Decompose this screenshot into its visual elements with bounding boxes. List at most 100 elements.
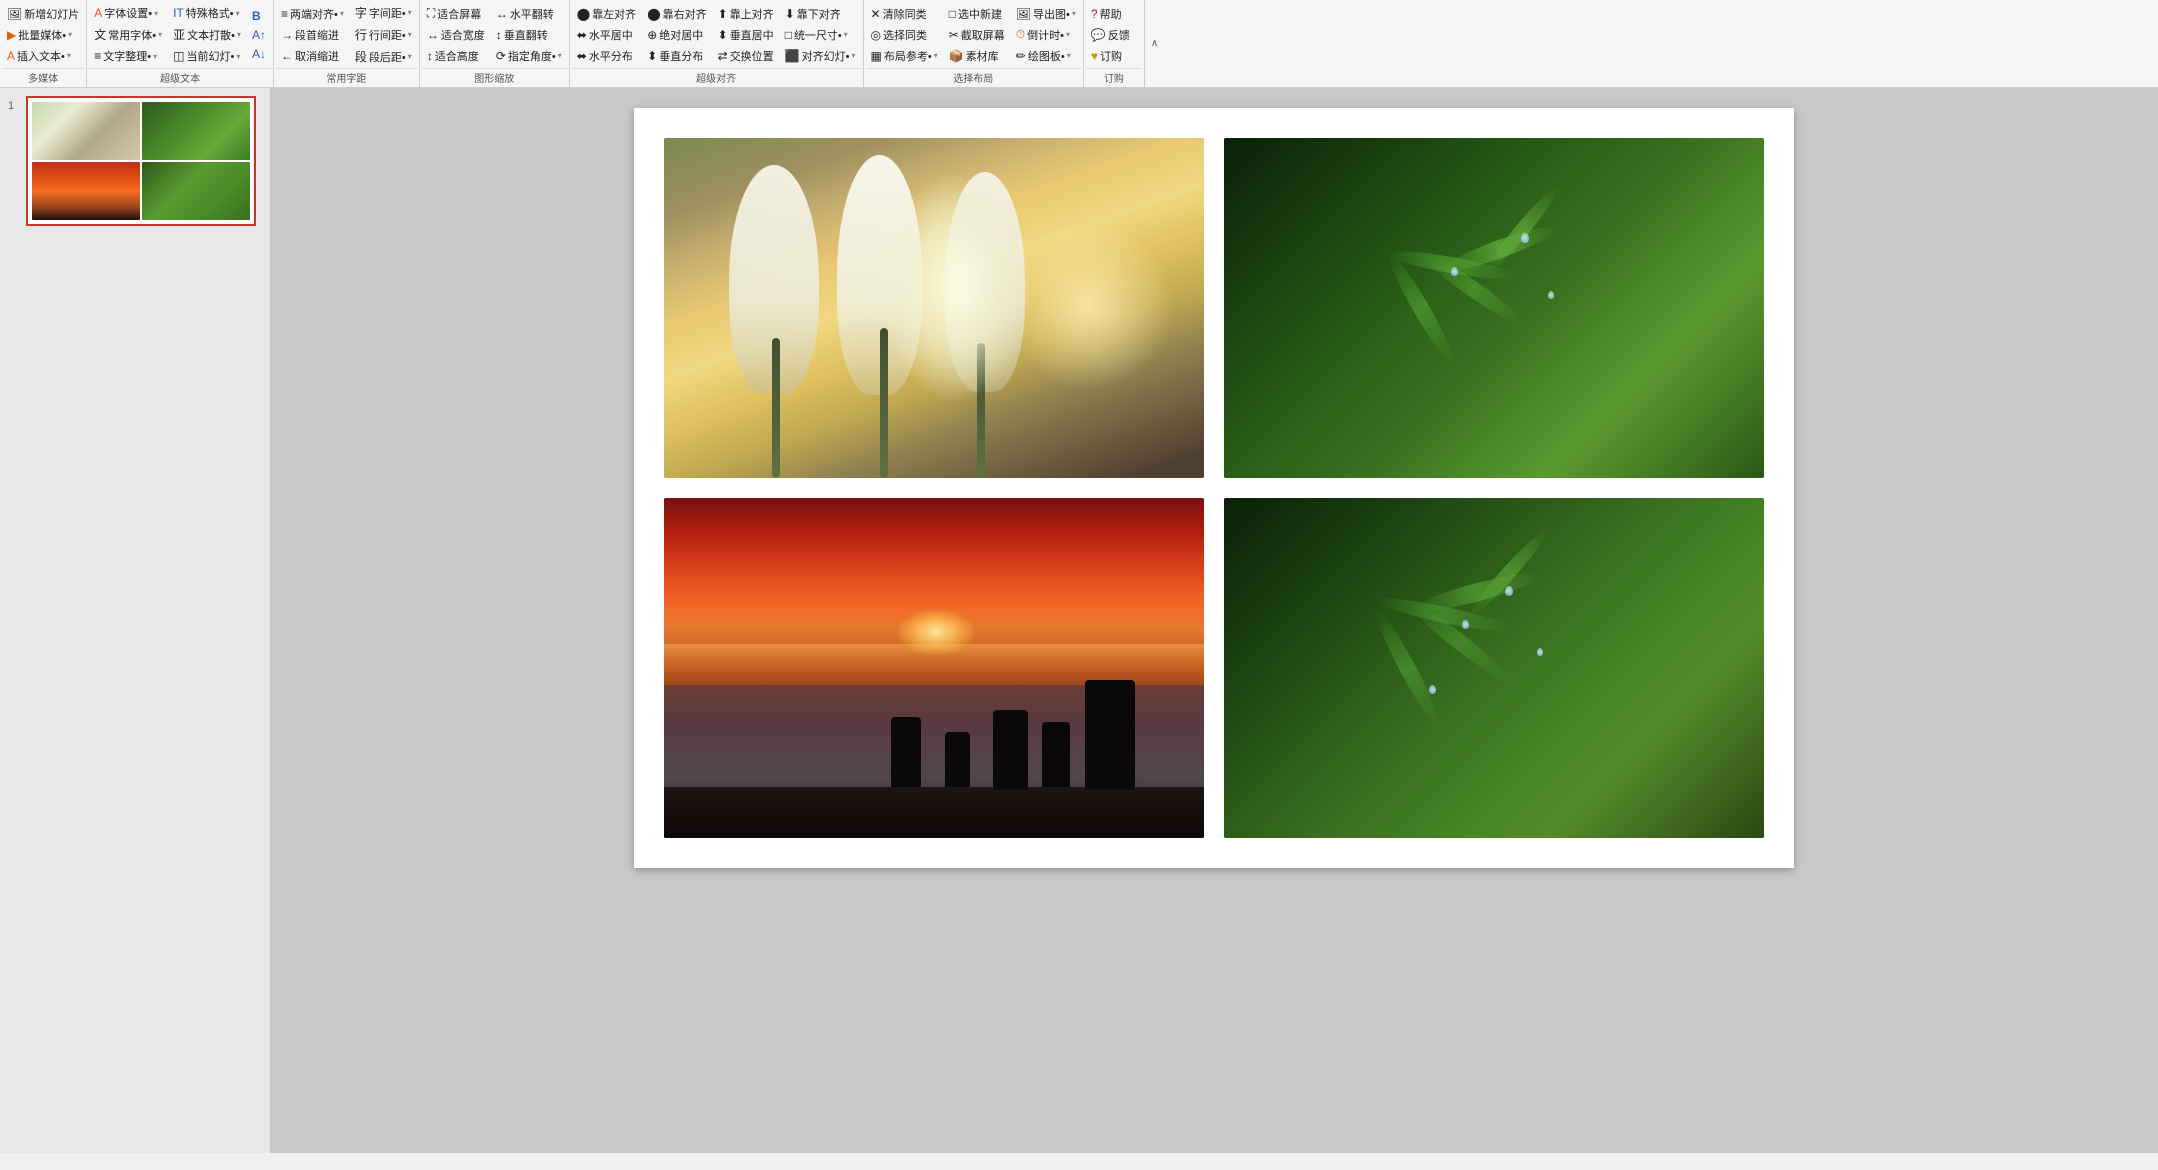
align-left-icon: ⬤ — [577, 7, 590, 21]
slide-icon: 🖼 — [7, 7, 22, 21]
drawboard-icon: ✏ — [1016, 49, 1026, 63]
arrange-icon: ≡ — [94, 49, 101, 63]
btn-uniform-size[interactable]: □ 统一尺寸• ▾ — [780, 25, 861, 45]
align-bottom-icon: ⬇ — [785, 7, 795, 21]
btn-text-scatter[interactable]: 亚 文本打散• ▾ — [168, 24, 246, 45]
screenshot-icon: ✂ — [949, 28, 959, 42]
btn-special-format[interactable]: IT 特殊格式• ▾ — [168, 3, 246, 23]
ribbon-group-spacing: ≡ 两端对齐• ▾ → 段首缩进 ← 取消缩进 字 — [274, 0, 420, 87]
btn-flip-v[interactable]: ↕ 垂直翻转 — [491, 25, 567, 45]
export-icon: 🖼 — [1016, 7, 1031, 21]
image-flowers[interactable] — [664, 138, 1204, 478]
font-increase-icon: A↑ — [252, 28, 266, 42]
btn-batch-media[interactable]: ▶ 批量媒体• ▾ — [2, 25, 84, 45]
outdent-icon: ← — [281, 49, 293, 63]
btn-angle[interactable]: ⟳ 指定角度• ▾ — [491, 46, 567, 66]
select-same-icon: ◎ — [871, 28, 881, 42]
btn-bold[interactable]: B — [247, 7, 271, 25]
media-icon: ▶ — [7, 28, 16, 42]
uniform-size-icon: □ — [785, 28, 792, 42]
thumb-green2 — [142, 162, 250, 220]
canvas-area — [270, 88, 2158, 1153]
btn-select-new[interactable]: □ 选中新建 — [944, 4, 1010, 24]
thumb-green — [142, 102, 250, 160]
btn-subscribe[interactable]: ♥ 订购 — [1086, 46, 1135, 66]
ribbon-group-supertext: A 字体设置• ▾ 文 常用字体• ▾ ≡ 文字整理• ▾ — [87, 0, 274, 87]
materials-icon: 📦 — [949, 49, 964, 63]
help-icon: ? — [1091, 7, 1098, 21]
ribbon-group-fitscreen: ⛶ 适合屏幕 ↔ 适合宽度 ↕ 适合高度 ↔ 水平翻转 — [420, 0, 570, 87]
btn-help[interactable]: ? 帮助 — [1086, 4, 1135, 24]
btn-select-same[interactable]: ◎ 选择同类 — [866, 25, 943, 45]
btn-font-setting[interactable]: A 字体设置• ▾ — [89, 3, 167, 23]
btn-layout-ref[interactable]: ▦ 布局参考• ▾ — [866, 46, 943, 66]
btn-countdown[interactable]: ⏱ 倒计时• ▾ — [1011, 25, 1081, 45]
slide-thumb-container: 1 — [8, 96, 262, 226]
hdistribute-icon: ⬌ — [577, 49, 587, 63]
fit-height-icon: ↕ — [427, 49, 433, 63]
align-hcenter-icon: ⬌ — [577, 28, 587, 42]
btn-insert-text[interactable]: A 插入文本• ▾ — [2, 46, 84, 66]
btn-align-top[interactable]: ⬆ 靠上对齐 — [713, 4, 779, 24]
line-spacing-icon: 行 — [355, 26, 367, 43]
font-decrease-icon: A↓ — [252, 47, 266, 61]
image-green2[interactable] — [1224, 498, 1764, 838]
btn-align-slide[interactable]: ⬛ 对齐幻灯• ▾ — [780, 46, 861, 66]
align-vcenter-icon: ⬍ — [718, 28, 728, 42]
fit-width-icon: ↔ — [427, 28, 439, 42]
btn-outdent[interactable]: ← 取消缩进 — [276, 46, 349, 66]
btn-clear-same[interactable]: ✕ 清除同类 — [866, 4, 943, 24]
image-sunset[interactable] — [664, 498, 1204, 838]
flip-v-icon: ↕ — [496, 28, 502, 42]
slide-canvas[interactable] — [634, 108, 1794, 868]
btn-export-img[interactable]: 🖼 导出图• ▾ — [1011, 4, 1081, 24]
btn-fit-height[interactable]: ↕ 适合高度 — [422, 46, 490, 66]
btn-line-spacing[interactable]: 行 行间距• ▾ — [350, 24, 417, 45]
btn-text-arrange[interactable]: ≡ 文字整理• ▾ — [89, 46, 167, 66]
bold-icon: B — [252, 9, 261, 23]
btn-align-bottom[interactable]: ⬇ 靠下对齐 — [780, 4, 861, 24]
common-font-icon: 文 — [94, 26, 106, 43]
btn-new-slide[interactable]: 🖼 新增幻灯片 — [2, 4, 84, 24]
ribbon: 🖼 新增幻灯片 ▶ 批量媒体• ▾ A 插入文本• ▾ 多媒体 — [0, 0, 2158, 88]
btn-vdistribute[interactable]: ⬍ 垂直分布 — [642, 46, 711, 66]
btn-font-increase[interactable]: A↑ — [247, 26, 271, 44]
font-icon: A — [94, 6, 102, 20]
para-spacing-icon: 段 — [355, 48, 367, 65]
btn-fit-width[interactable]: ↔ 适合宽度 — [422, 25, 490, 45]
btn-feedback[interactable]: 💬 反馈 — [1086, 25, 1135, 45]
btn-align-right[interactable]: ⬤ 靠右对齐 — [642, 4, 711, 24]
app-body: 1 — [0, 88, 2158, 1153]
btn-fit-screen[interactable]: ⛶ 适合屏幕 — [422, 4, 490, 24]
ribbon-row: 🖼 新增幻灯片 ▶ 批量媒体• ▾ A 插入文本• ▾ 多媒体 — [0, 0, 2158, 88]
btn-drawboard[interactable]: ✏ 绘图板• ▾ — [1011, 46, 1081, 66]
btn-screenshot[interactable]: ✂ 截取屏幕 — [944, 25, 1010, 45]
btn-flip-h[interactable]: ↔ 水平翻转 — [491, 4, 567, 24]
ribbon-group-superalign-label: 超级对齐 — [572, 68, 861, 87]
image-green[interactable] — [1224, 138, 1764, 478]
btn-hdistribute[interactable]: ⬌ 水平分布 — [572, 46, 641, 66]
current-slide-icon: ◫ — [173, 49, 184, 63]
ribbon-group-multimedia: 🖼 新增幻灯片 ▶ 批量媒体• ▾ A 插入文本• ▾ 多媒体 — [0, 0, 87, 87]
align-top-icon: ⬆ — [718, 7, 728, 21]
btn-swap[interactable]: ⇄ 交换位置 — [713, 46, 779, 66]
btn-common-font[interactable]: 文 常用字体• ▾ — [89, 24, 167, 45]
btn-align-hcenter[interactable]: ⬌ 水平居中 — [572, 25, 641, 45]
ribbon-collapse-button[interactable]: ∧ — [1144, 0, 1164, 87]
justify-icon: ≡ — [281, 7, 288, 21]
btn-align-vcenter[interactable]: ⬍ 垂直居中 — [713, 25, 779, 45]
btn-font-decrease[interactable]: A↓ — [247, 45, 271, 63]
btn-current-slide[interactable]: ◫ 当前幻灯• ▾ — [168, 46, 246, 66]
btn-center[interactable]: ⊕ 绝对居中 — [642, 25, 711, 45]
btn-indent[interactable]: → 段首缩进 — [276, 25, 349, 45]
btn-materials[interactable]: 📦 素材库 — [944, 46, 1010, 66]
btn-char-spacing[interactable]: 字 字间距• ▾ — [350, 2, 417, 23]
btn-align-left[interactable]: ⬤ 靠左对齐 — [572, 4, 641, 24]
clear-same-icon: ✕ — [871, 7, 881, 21]
slide-thumbnail[interactable] — [26, 96, 256, 226]
ribbon-group-supertext-label: 超级文本 — [89, 68, 271, 87]
thumb-flowers — [32, 102, 140, 160]
ribbon-group-multimedia-label: 多媒体 — [2, 68, 84, 87]
btn-para-spacing[interactable]: 段 段后距• ▾ — [350, 46, 417, 67]
btn-justify[interactable]: ≡ 两端对齐• ▾ — [276, 4, 349, 24]
